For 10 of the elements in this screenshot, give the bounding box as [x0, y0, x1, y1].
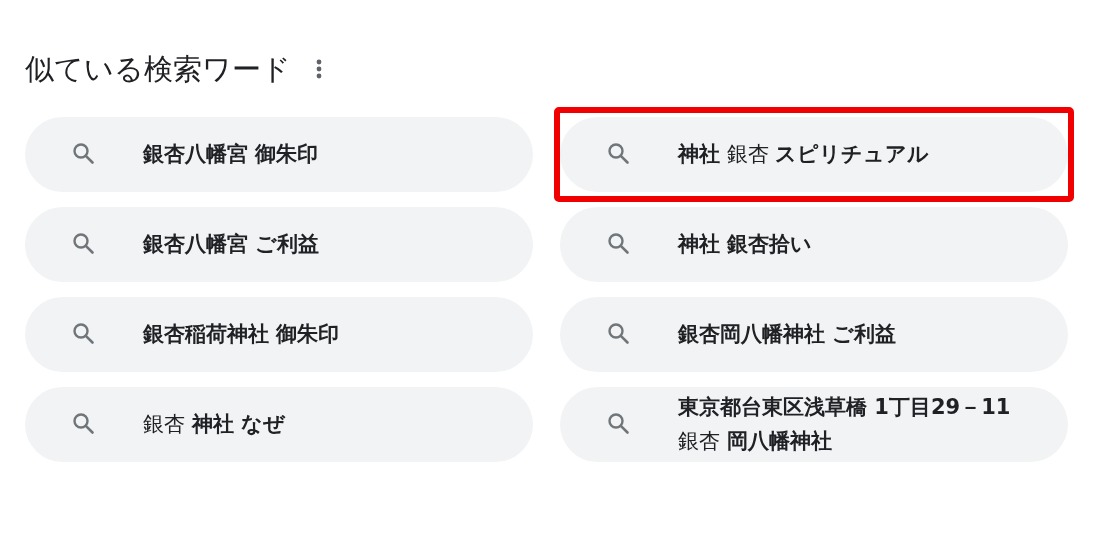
suggestion-chip[interactable]: 神社 銀杏 スピリチュアル	[560, 116, 1068, 192]
suggestion-chip[interactable]: 銀杏稲荷神社 御朱印	[25, 296, 533, 372]
suggestion-chip[interactable]: 銀杏八幡宮 御朱印	[25, 116, 533, 192]
section-title: 似ている検索ワード	[25, 52, 291, 87]
more-options-icon[interactable]	[315, 58, 323, 81]
suggestion-chip[interactable]: 銀杏岡八幡神社 ご利益	[560, 296, 1068, 372]
suggestion-chip[interactable]: 神社 銀杏拾い	[560, 206, 1068, 282]
suggestion-chip[interactable]: 銀杏 神社 なぜ	[25, 386, 533, 462]
suggestion-chip[interactable]: 東京都台東区浅草橋 1丁目29－11 銀杏 岡八幡神社	[560, 386, 1068, 462]
suggestion-chip[interactable]: 銀杏八幡宮 ご利益	[25, 206, 533, 282]
